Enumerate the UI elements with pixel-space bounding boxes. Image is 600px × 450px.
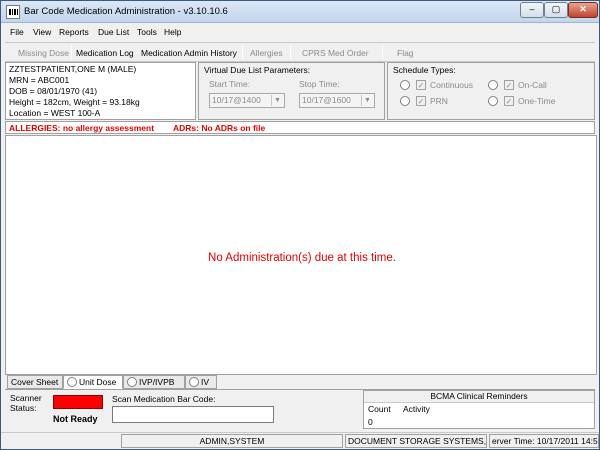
scan-barcode-label: Scan Medication Bar Code: bbox=[112, 394, 216, 404]
patient-location: Location = WEST 100-A bbox=[9, 108, 101, 118]
due-list-panel[interactable]: No Administration(s) due at this time. bbox=[5, 135, 597, 375]
no-administration-message: No Administration(s) due at this time. bbox=[208, 252, 396, 264]
missing-dose-button[interactable]: Missing Dose bbox=[18, 48, 69, 58]
vdl-title: Virtual Due List Parameters: bbox=[204, 65, 311, 75]
start-time-select[interactable]: 10/17@1400 ▼ bbox=[209, 93, 285, 108]
title-bar[interactable]: Bar Code Medication Administration - v3.… bbox=[1, 1, 599, 23]
toolbar-separator bbox=[242, 45, 243, 59]
menu-tools[interactable]: Tools bbox=[137, 27, 157, 37]
status-bar: ADMIN,SYSTEM DOCUMENT STORAGE SYSTEMS, I… bbox=[1, 432, 599, 449]
scanner-status-text: Not Ready bbox=[53, 414, 98, 424]
toolbar-separator bbox=[71, 45, 72, 59]
chevron-down-icon: ▼ bbox=[271, 95, 283, 106]
allergies-text: ALLERGIES: no allergy assessment bbox=[9, 123, 155, 133]
clinical-reminders-panel[interactable]: BCMA Clinical Reminders Count Activity 0 bbox=[363, 390, 595, 429]
on-call-label: On-Call bbox=[518, 80, 547, 90]
patient-name: ZZTESTPATIENT,ONE M (MALE) bbox=[9, 64, 137, 74]
patient-dob: DOB = 08/01/1970 (41) bbox=[9, 86, 98, 96]
stop-time-select[interactable]: 10/17@1600 ▼ bbox=[299, 93, 375, 108]
maximize-button[interactable]: ▢ bbox=[544, 2, 568, 18]
scanner-label: Scanner bbox=[10, 393, 42, 403]
start-time-label: Start Time: bbox=[209, 79, 251, 89]
tab-ivp-ivpb-label: IVP/IVPB bbox=[139, 377, 175, 387]
ivp-ivpb-radio[interactable] bbox=[127, 377, 137, 387]
adrs-text: ADRs: No ADRs on file bbox=[173, 123, 266, 133]
reminders-col-count[interactable]: Count bbox=[368, 404, 391, 414]
patient-info-panel: ZZTESTPATIENT,ONE M (MALE) MRN = ABC001 … bbox=[5, 62, 196, 120]
prn-label: PRN bbox=[430, 96, 448, 106]
on-call-checkbox[interactable]: ✓ bbox=[504, 80, 514, 90]
on-call-radio[interactable] bbox=[488, 80, 498, 90]
status-server-time: erver Time: 10/17/2011 14:5 bbox=[489, 434, 599, 448]
one-time-label: One-Time bbox=[518, 96, 556, 106]
menu-help[interactable]: Help bbox=[164, 27, 181, 37]
prn-checkbox[interactable]: ✓ bbox=[416, 96, 426, 106]
scan-barcode-input[interactable] bbox=[112, 406, 274, 423]
patient-mrn: MRN = ABC001 bbox=[9, 75, 70, 85]
bcma-window: Bar Code Medication Administration - v3.… bbox=[0, 0, 600, 450]
toolbar-separator bbox=[290, 45, 291, 59]
one-time-radio[interactable] bbox=[488, 96, 498, 106]
prn-radio[interactable] bbox=[400, 96, 410, 106]
start-time-value: 10/17@1400 bbox=[212, 95, 261, 105]
tab-unit-dose-label: Unit Dose bbox=[79, 377, 117, 387]
schedule-types-group: Schedule Types: ✓ Continuous ✓ PRN ✓ On-… bbox=[387, 62, 595, 120]
reminders-col-activity[interactable]: Activity bbox=[403, 404, 430, 414]
iv-radio[interactable] bbox=[189, 377, 199, 387]
continuous-label: Continuous bbox=[430, 80, 474, 90]
virtual-due-list-group: Virtual Due List Parameters: Start Time:… bbox=[198, 62, 385, 120]
stop-time-value: 10/17@1600 bbox=[302, 95, 351, 105]
flag-button[interactable]: Flag bbox=[397, 48, 414, 58]
tab-iv-label: IV bbox=[201, 377, 210, 387]
scanner-status-indicator bbox=[53, 395, 103, 409]
tab-cover-sheet[interactable]: Cover Sheet bbox=[7, 375, 63, 389]
menu-bar: File View Reports Due List Tools Help bbox=[1, 23, 599, 41]
scanner-status-label: Status: bbox=[10, 403, 37, 413]
close-button[interactable]: ✕ bbox=[568, 2, 598, 18]
chevron-down-icon: ▼ bbox=[361, 95, 373, 106]
schedule-types-title: Schedule Types: bbox=[393, 65, 456, 75]
reminders-title: BCMA Clinical Reminders bbox=[364, 391, 594, 403]
toolbar: Missing Dose Medication Log Medication A… bbox=[5, 42, 595, 62]
medication-log-button[interactable]: Medication Log bbox=[76, 48, 134, 58]
tab-ivp-ivpb[interactable]: IVP/IVPB bbox=[123, 375, 185, 389]
menu-file[interactable]: File bbox=[10, 27, 24, 37]
status-division: DOCUMENT STORAGE SYSTEMS, INC bbox=[345, 434, 487, 448]
one-time-checkbox[interactable]: ✓ bbox=[504, 96, 514, 106]
allergy-bar[interactable]: ALLERGIES: no allergy assessment ADRs: N… bbox=[5, 121, 595, 134]
menu-due-list[interactable]: Due List bbox=[98, 27, 129, 37]
tab-unit-dose[interactable]: Unit Dose bbox=[63, 375, 123, 389]
window-title: Bar Code Medication Administration - v3.… bbox=[24, 6, 228, 17]
toolbar-separator bbox=[382, 45, 383, 59]
cprs-med-order-button[interactable]: CPRS Med Order bbox=[302, 48, 369, 58]
patient-height-weight: Height = 182cm, Weight = 93.18kg bbox=[9, 97, 140, 107]
tab-cover-sheet-label: Cover Sheet bbox=[11, 377, 59, 387]
continuous-radio[interactable] bbox=[400, 80, 410, 90]
tab-iv[interactable]: IV bbox=[185, 375, 217, 389]
continuous-checkbox[interactable]: ✓ bbox=[416, 80, 426, 90]
med-admin-history-button[interactable]: Medication Admin History bbox=[141, 48, 237, 58]
reminders-count-value: 0 bbox=[368, 417, 373, 427]
stop-time-label: Stop Time: bbox=[299, 79, 340, 89]
status-user: ADMIN,SYSTEM bbox=[121, 434, 343, 448]
menu-view[interactable]: View bbox=[33, 27, 51, 37]
menu-reports[interactable]: Reports bbox=[59, 27, 89, 37]
unit-dose-radio[interactable] bbox=[67, 377, 77, 387]
minimize-button[interactable]: – bbox=[520, 2, 544, 18]
allergies-button[interactable]: Allergies bbox=[250, 48, 283, 58]
barcode-icon bbox=[6, 5, 20, 19]
